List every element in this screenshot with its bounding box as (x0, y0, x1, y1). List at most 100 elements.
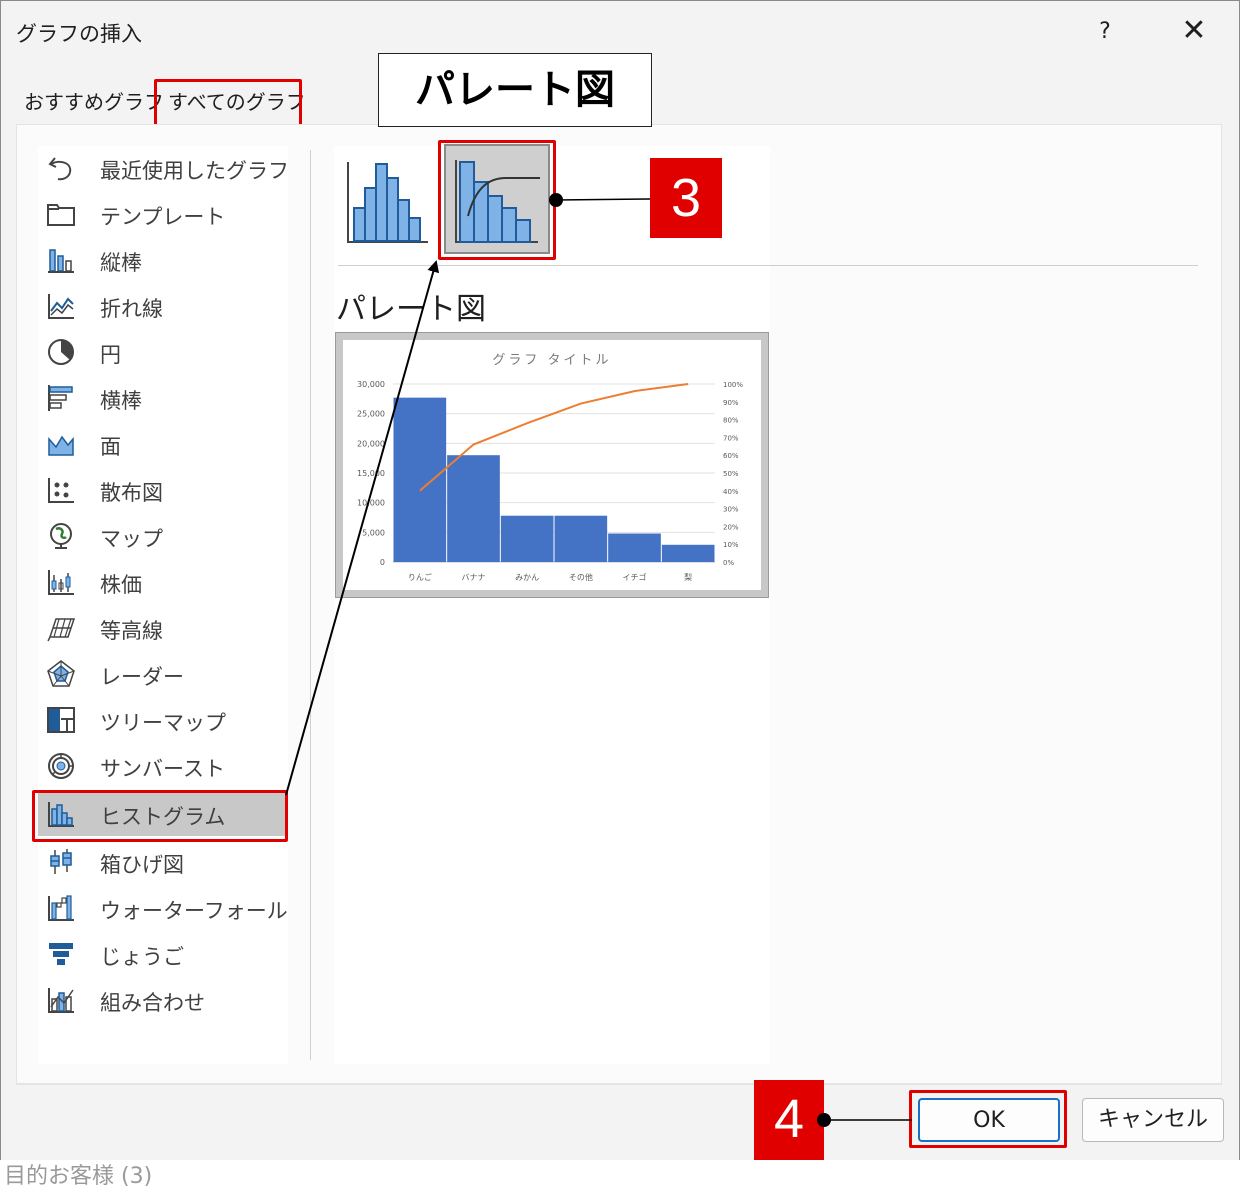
step-4-badge: 4 (754, 1080, 824, 1160)
highlight-pareto-option (438, 140, 556, 260)
sidebar-item-radar[interactable]: レーダー (38, 652, 288, 696)
x-tick-label: その他 (569, 572, 593, 582)
y2-tick-label: 50% (723, 470, 739, 478)
x-tick-label: イチゴ (623, 572, 647, 582)
sidebar-item-label: 散布図 (100, 481, 163, 505)
y-tick-label: 20,000 (357, 439, 385, 448)
sidebar-item-label: じょうご (100, 945, 184, 969)
sidebar-item-label: レーダー (100, 665, 184, 689)
help-button[interactable]: ? (1090, 14, 1120, 50)
x-tick-label: りんご (408, 572, 432, 582)
undo-icon (48, 157, 72, 181)
y2-tick-label: 60% (723, 452, 739, 460)
sidebar-item-box-whisker[interactable]: 箱ひげ図 (38, 840, 288, 884)
sidebar-item-combo[interactable]: 組み合わせ (38, 978, 288, 1022)
x-tick-label: バナナ (462, 573, 486, 582)
sidebar-item-label: 株価 (100, 573, 142, 597)
radar-chart-icon (47, 660, 75, 687)
sidebar-item-label: 最近使用したグラフ (100, 159, 289, 183)
subtype-title: パレート図 (336, 292, 486, 327)
y2-tick-label: 70% (723, 434, 739, 442)
sidebar-item-label: 等高線 (100, 619, 163, 643)
sidebar-item-stock[interactable]: 株価 (38, 560, 288, 604)
highlight-tab-all-charts (154, 79, 302, 127)
y2-tick-label: 20% (723, 523, 739, 531)
sidebar-item-surface[interactable]: 等高線 (38, 606, 288, 650)
sidebar-item-label: サンバースト (100, 757, 225, 781)
sidebar-item-waterfall[interactable]: ウォーターフォール (38, 886, 288, 930)
sidebar-item-label: 面 (100, 435, 121, 459)
dialog-title: グラフの挿入 (16, 22, 142, 46)
combo-chart-icon (48, 988, 74, 1013)
surface-chart-icon (47, 618, 76, 642)
sidebar-item-label: テンプレート (100, 205, 226, 229)
sunburst-chart-icon (48, 753, 74, 779)
stock-chart-icon (48, 570, 74, 595)
y-tick-label: 15,000 (357, 469, 385, 478)
bar (447, 455, 500, 562)
highlight-ok-button (909, 1090, 1067, 1148)
sidebar-item-funnel[interactable]: じょうご (38, 932, 288, 976)
box-whisker-chart-icon (50, 849, 72, 874)
sidebar-item-label: ウォーターフォール (100, 899, 288, 923)
sidebar-item-line[interactable]: 折れ線 (38, 284, 288, 328)
sidebar-item-label: 縦棒 (100, 251, 142, 275)
sidebar-item-sunburst[interactable]: サンバースト (38, 744, 288, 788)
sidebar-item-column[interactable]: 縦棒 (38, 238, 288, 282)
y-tick-label: 30,000 (357, 380, 385, 389)
sidebar-item-label: 円 (100, 343, 121, 367)
scatter-chart-icon (48, 478, 74, 503)
sidebar-item-map[interactable]: マップ (38, 514, 288, 558)
sidebar-item-recent[interactable]: 最近使用したグラフ (38, 146, 289, 190)
y2-tick-label: 0% (723, 559, 734, 567)
sidebar-item-bar[interactable]: 横棒 (38, 376, 288, 420)
cancel-button[interactable]: キャンセル (1082, 1098, 1224, 1142)
bar (661, 544, 715, 562)
sidebar-item-treemap[interactable]: ツリーマップ (38, 698, 288, 742)
y-tick-label: 5,000 (362, 528, 385, 537)
sidebar-item-pie[interactable]: 円 (38, 330, 288, 374)
bar (500, 515, 554, 562)
y2-tick-label: 10% (723, 541, 739, 549)
sidebar-item-scatter[interactable]: 散布図 (38, 468, 288, 512)
histogram-thumbnail-icon (347, 162, 428, 243)
sidebar-item-label: マップ (100, 527, 163, 551)
waterfall-chart-icon (48, 895, 74, 921)
x-tick-label: みかん (515, 573, 539, 582)
vertical-divider (310, 150, 311, 1060)
footer-separator (16, 1084, 1222, 1085)
y2-tick-label: 80% (723, 417, 739, 425)
background-sheet-tab-text: 目的お客様 (3) (4, 1164, 153, 1189)
y2-tick-label: 30% (723, 506, 739, 514)
bar (608, 533, 661, 562)
sidebar-item-label: 箱ひげ図 (100, 853, 184, 877)
sidebar-item-area[interactable]: 面 (38, 422, 288, 466)
sidebar-item-label: 横棒 (100, 389, 142, 413)
sidebar-item-label: 組み合わせ (100, 991, 205, 1015)
area-chart-icon (48, 435, 74, 456)
tab-recommended-charts[interactable]: おすすめグラフ (24, 86, 164, 115)
y-tick-label: 0 (380, 558, 385, 567)
sidebar-item-templates[interactable]: テンプレート (38, 192, 288, 236)
pareto-preview-chart: グラフ タイトル 30,000 25,000 20,000 15,000 10,000 5… (357, 353, 743, 582)
title-callout: パレート図 (378, 53, 652, 127)
background-worksheet-strip (0, 1160, 1240, 1194)
close-button[interactable]: ✕ (1176, 14, 1212, 50)
subtype-histogram-option[interactable] (336, 144, 432, 248)
y2-tick-label: 100% (723, 381, 743, 389)
y2-tick-label: 90% (723, 399, 739, 407)
horizontal-divider (338, 265, 1198, 266)
chart-title: グラフ タイトル (492, 353, 611, 368)
y2-tick-label: 40% (723, 488, 739, 496)
y-tick-label: 10,000 (357, 499, 385, 508)
bar (554, 515, 608, 562)
map-chart-icon (50, 523, 72, 549)
bar (393, 397, 447, 562)
sidebar-item-label: 折れ線 (100, 297, 163, 321)
column-chart-icon (48, 249, 74, 273)
step-3-badge: 3 (650, 158, 722, 238)
bar-chart-icon (48, 385, 73, 411)
pie-chart-icon (48, 339, 74, 365)
highlight-histogram-item (32, 790, 288, 842)
x-tick-label: 梨 (684, 572, 692, 582)
